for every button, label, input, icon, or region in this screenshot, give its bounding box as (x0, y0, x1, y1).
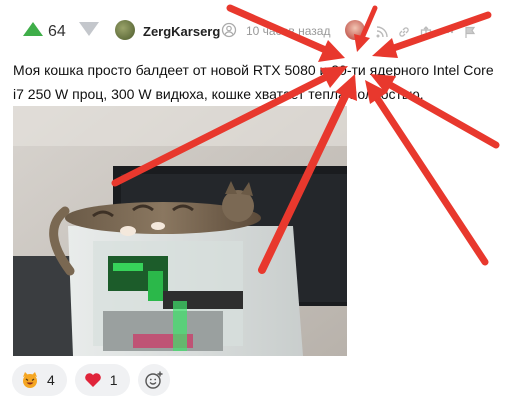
reaction-laughing-cat[interactable]: 4 (12, 364, 67, 396)
reactions-bar: 4 1 (12, 364, 170, 396)
post-timestamp: 10 часов назад (246, 24, 331, 38)
share-icon[interactable] (420, 26, 432, 38)
reaction-count: 4 (47, 372, 55, 388)
more-icon[interactable] (442, 26, 454, 38)
add-reaction-button[interactable] (137, 364, 170, 396)
reaction-count: 1 (109, 372, 118, 388)
post-header: 64 ZergKarserg 10 часов назад (0, 14, 510, 50)
flag-icon[interactable] (464, 26, 476, 38)
rating-count: 64 (48, 23, 66, 40)
user-badge-icon (221, 22, 237, 38)
post-image[interactable] (13, 106, 347, 356)
author-name[interactable]: ZergKarserg (143, 24, 220, 39)
cat-on-pc-photo (13, 106, 347, 356)
rss-icon[interactable] (376, 26, 388, 38)
post-text: Моя кошка просто балдеет от новой RTX 50… (13, 62, 494, 102)
downvote-icon[interactable] (78, 20, 100, 38)
post-actions (376, 26, 476, 38)
heart-icon (84, 373, 101, 387)
second-avatar[interactable] (345, 20, 365, 40)
upvote-icon[interactable] (22, 20, 44, 38)
reaction-heart[interactable]: 1 (74, 364, 130, 396)
laughing-cat-icon (23, 372, 37, 388)
author-avatar[interactable] (115, 20, 135, 40)
link-icon[interactable] (398, 26, 410, 38)
add-emoji-icon (144, 371, 163, 389)
